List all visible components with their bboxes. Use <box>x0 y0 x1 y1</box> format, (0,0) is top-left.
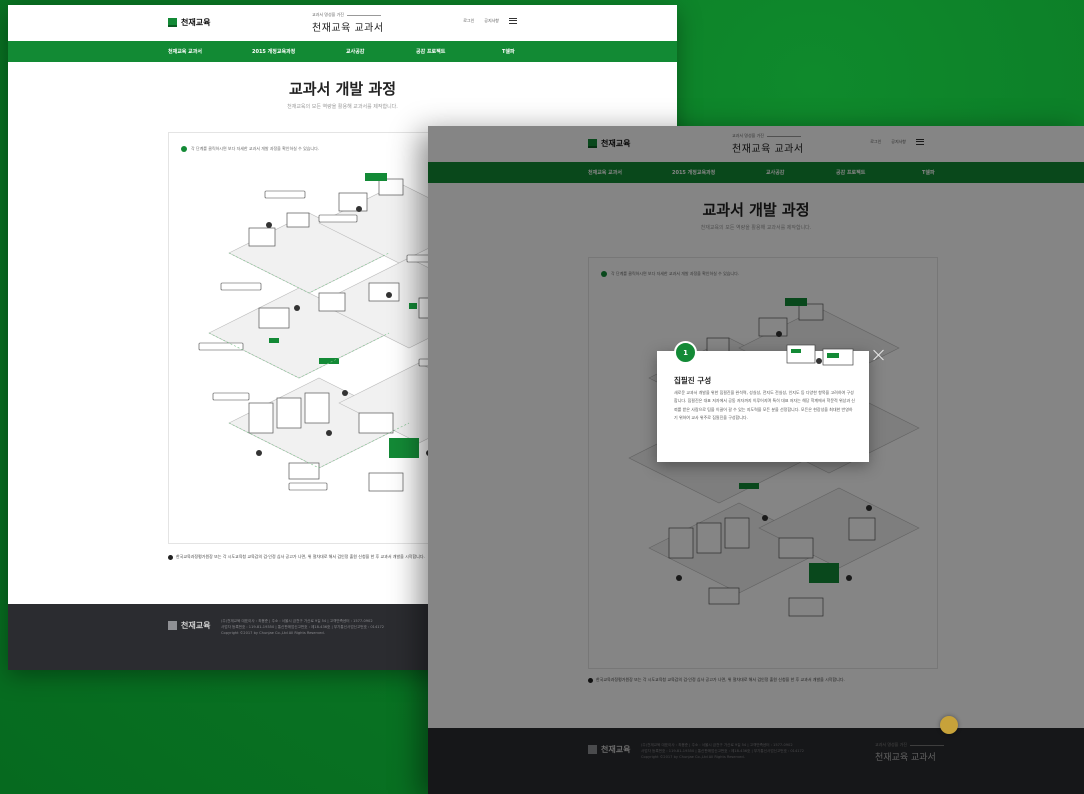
step-number-badge: 1 <box>674 341 697 364</box>
brand-title: 천재교육 교과서 <box>312 23 384 34</box>
footer-info: (주)천재교육 대표이사 : 최용준 | 주소 : 서울시 금천구 가산로 9길… <box>221 618 384 636</box>
slogan-line <box>346 14 381 16</box>
page-title: 교과서 개발 과정 <box>288 80 397 98</box>
login-link[interactable]: 로그인 <box>463 18 474 24</box>
scroll-top-button[interactable] <box>940 716 958 734</box>
note-text: 한국교육과정평가원장 또는 각 시도교육청 교육감의 검·인정 심사 공고가 나… <box>176 554 425 559</box>
popup-illustration <box>786 344 854 366</box>
site-logo[interactable]: 천재교육 <box>168 17 210 28</box>
nav-item-project[interactable]: 공감 프로젝트 <box>416 48 502 55</box>
notice-link[interactable]: 공지사항 <box>484 18 499 24</box>
logo-mark-icon <box>168 18 177 27</box>
nav-item-curriculum[interactable]: 2015 개정교육과정 <box>252 48 346 55</box>
footer-logo[interactable]: 천재교육 <box>168 620 210 631</box>
slogan-text: 교과서 명성을 가진 <box>312 12 344 17</box>
site-brand[interactable]: 교과서 명성을 가진 천재교육 교과서 <box>312 12 384 34</box>
footer-logo-mark-icon <box>168 621 177 630</box>
footer-logo-text: 천재교육 <box>181 621 211 630</box>
page-subtitle: 천재교육의 모든 역량을 활용해 교과서를 제작합니다. <box>287 104 398 110</box>
nav-item-textbook[interactable]: 천재교육 교과서 <box>168 48 252 55</box>
close-icon[interactable] <box>872 348 886 362</box>
footer-copyright: Copyright ©2017 by Chunjae Co.,Ltd All R… <box>221 631 325 635</box>
menu-icon[interactable] <box>509 18 517 24</box>
main-nav: 천재교육 교과서 2015 개정교육과정 교사공감 공감 프로젝트 T셀파 <box>8 41 677 62</box>
site-header: 천재교육 교과서 명성을 가진 천재교육 교과서 로그인 공지사항 <box>8 5 677 41</box>
utility-links: 로그인 공지사항 <box>463 18 517 24</box>
step-detail-popup: 1 집필진 구성 새로운 교과서 개발을 위한 집필진을 완석력, 성실성, 전… <box>657 341 869 462</box>
nav-item-teacher[interactable]: 교사공감 <box>346 48 416 55</box>
process-note: 한국교육과정평가원장 또는 각 시도교육청 교육감의 검·인정 심사 공고가 나… <box>168 554 425 560</box>
page-screenshot-front: 천재교육 교과서 명성을 가진 천재교육 교과서 로그인 공지사항 천재교육 교… <box>428 126 1084 794</box>
nav-item-tsherpa[interactable]: T셀파 <box>502 48 552 55</box>
popup-title: 집필진 구성 <box>674 376 712 385</box>
popup-body: 새로운 교과서 개발을 위한 집필진을 완석력, 성실성, 전지도 전실성, 인… <box>674 390 855 421</box>
brand-slogan: 교과서 명성을 가진 <box>312 12 384 18</box>
note-dot-icon <box>168 554 173 560</box>
logo-text: 천재교육 <box>181 18 211 27</box>
